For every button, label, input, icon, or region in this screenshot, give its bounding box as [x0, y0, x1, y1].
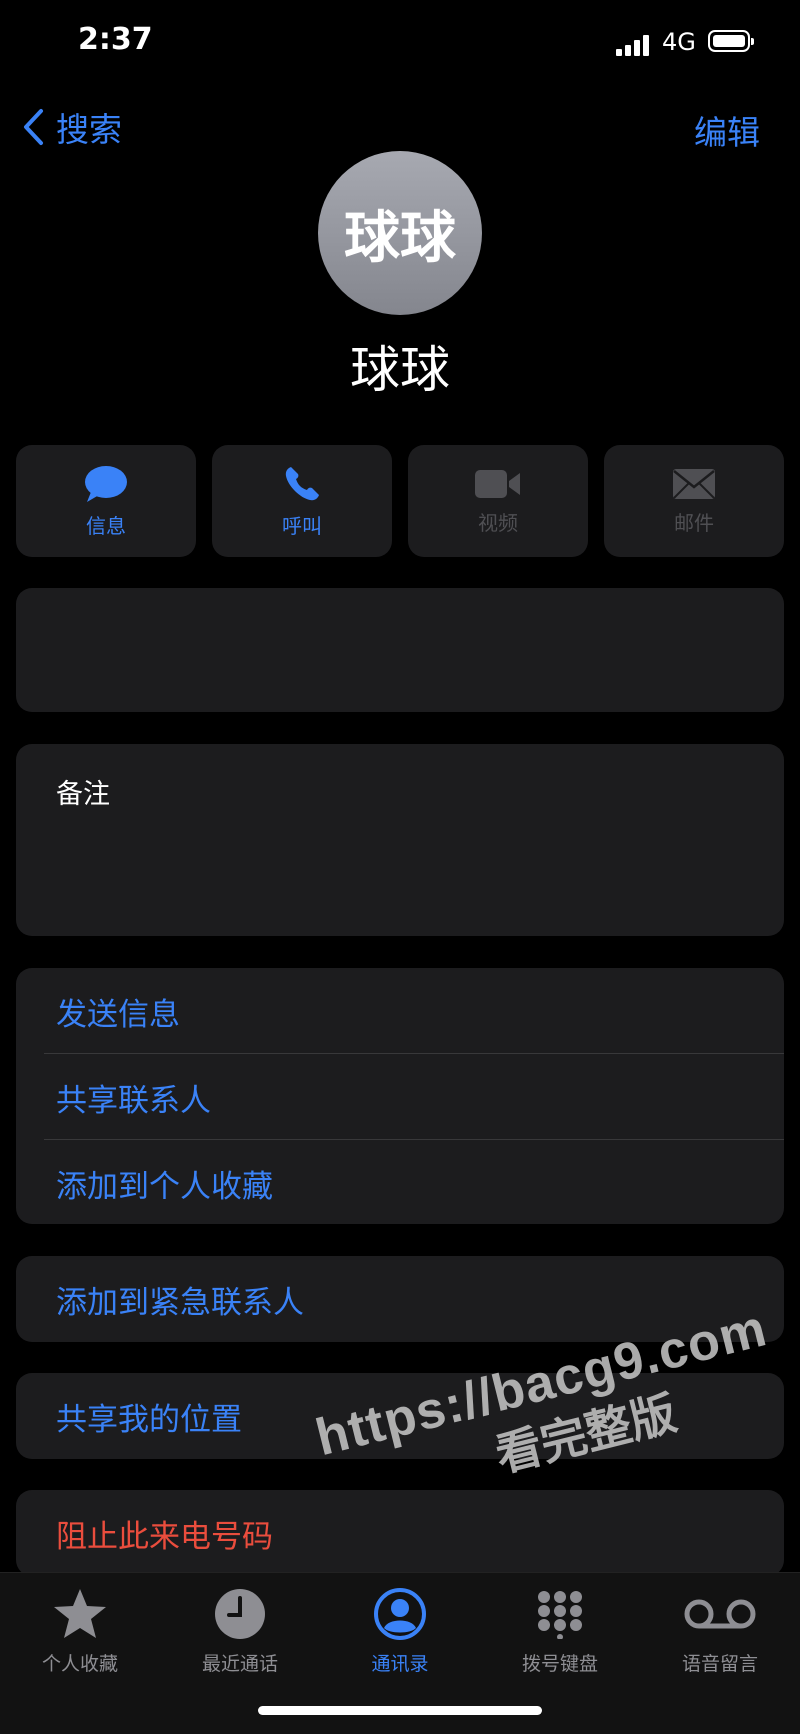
- video-button[interactable]: 视频: [408, 445, 588, 557]
- share-location-option[interactable]: 共享我的位置: [16, 1373, 784, 1459]
- edit-button[interactable]: 编辑: [694, 106, 760, 154]
- tab-keypad[interactable]: 拨号键盘: [480, 1583, 640, 1676]
- share-contact-option[interactable]: 共享联系人: [16, 1054, 784, 1140]
- home-indicator[interactable]: [258, 1706, 542, 1715]
- send-message-option[interactable]: 发送信息: [16, 968, 784, 1054]
- add-emergency-contact-option[interactable]: 添加到紧急联系人: [16, 1256, 784, 1342]
- tab-favorites-label: 个人收藏: [41, 1653, 118, 1675]
- mail-label: 邮件: [674, 510, 714, 535]
- block-caller-option[interactable]: 阻止此来电号码: [16, 1490, 784, 1576]
- phone-icon: [285, 466, 319, 500]
- options-card: 发送信息 共享联系人 添加到个人收藏: [16, 968, 784, 1224]
- cellular-signal-icon: [616, 32, 652, 56]
- voicemail-icon: [684, 1599, 756, 1629]
- tab-favorites[interactable]: 个人收藏: [0, 1583, 160, 1676]
- message-button[interactable]: 信息: [16, 445, 196, 557]
- call-label: 呼叫: [282, 513, 322, 538]
- tab-contacts-label: 通讯录: [371, 1653, 429, 1675]
- empty-info-card: [16, 588, 784, 712]
- mail-button[interactable]: 邮件: [604, 445, 784, 557]
- tab-contacts[interactable]: 通讯录: [320, 1583, 480, 1676]
- back-label: 搜索: [56, 110, 122, 149]
- tab-keypad-label: 拨号键盘: [521, 1653, 598, 1675]
- location-card: 共享我的位置: [16, 1373, 784, 1459]
- notes-card[interactable]: 备注: [16, 744, 784, 936]
- tab-recents-label: 最近通话: [201, 1653, 278, 1675]
- star-icon: [54, 1589, 106, 1638]
- clock-icon: [215, 1589, 265, 1639]
- tab-voicemail[interactable]: 语音留言: [640, 1583, 800, 1676]
- emergency-card: 添加到紧急联系人: [16, 1256, 784, 1342]
- tab-recents[interactable]: 最近通话: [160, 1583, 320, 1676]
- status-time: 2:37: [78, 22, 153, 57]
- block-card: 阻止此来电号码: [16, 1490, 784, 1576]
- message-label: 信息: [86, 513, 126, 538]
- video-label: 视频: [478, 510, 518, 535]
- battery-icon: [708, 30, 754, 52]
- mail-icon: [673, 468, 715, 499]
- keypad-icon: [538, 1591, 582, 1639]
- add-to-favorites-option[interactable]: 添加到个人收藏: [16, 1140, 784, 1226]
- notes-label: 备注: [56, 779, 110, 810]
- back-button[interactable]: 搜索: [22, 102, 122, 152]
- call-button[interactable]: 呼叫: [212, 445, 392, 557]
- video-icon: [475, 469, 520, 498]
- tab-voicemail-label: 语音留言: [681, 1653, 758, 1675]
- message-icon: [85, 465, 127, 502]
- contact-name: 球球: [350, 341, 450, 399]
- network-type: 4G: [662, 28, 696, 56]
- avatar: 球球: [318, 151, 482, 315]
- person-circle-icon: [374, 1588, 426, 1640]
- chevron-left-icon: [24, 109, 43, 145]
